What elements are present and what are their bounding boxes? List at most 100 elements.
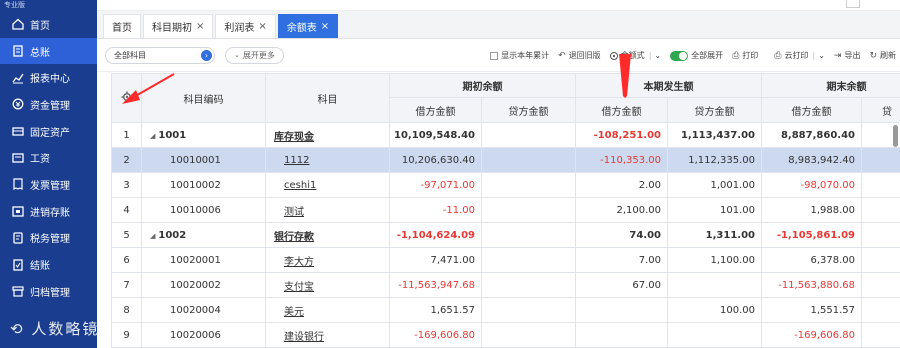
subject-link[interactable]: 银行存款 [274, 232, 314, 243]
subject-link[interactable]: 李大方 [284, 257, 314, 268]
subject-cell: 库存现金 [265, 122, 390, 148]
toolbar: 全部科目 › ⌄ 展开更多 显示本年累计 ↶ 退回旧版 金额式 | ⌄ 全部展开… [97, 39, 900, 72]
sidebar-item-4[interactable]: 固定资产 [0, 118, 97, 145]
period-credit-cell: 100.00 [667, 297, 762, 323]
sidebar-item-label: 资金管理 [30, 100, 70, 112]
gear-icon[interactable] [121, 91, 133, 103]
account-code: 10010001 [170, 154, 221, 166]
chevron-down-icon[interactable]: ⌄ [818, 51, 825, 60]
sidebar-item-6[interactable]: 发票管理 [0, 171, 97, 198]
closing-credit-cell [861, 197, 900, 223]
subject-cell: 1112 [265, 147, 390, 173]
closing-credit-cell [861, 222, 900, 248]
period-credit-cell: 1,001.00 [667, 172, 762, 198]
user-menu-icon[interactable] [846, 0, 860, 8]
sidebar-item-9[interactable]: 结账 [0, 251, 97, 278]
show-year-total-checkbox[interactable]: 显示本年累计 [490, 50, 549, 61]
subject-link[interactable]: 建设银行 [284, 332, 324, 343]
subject-cell: 银行存款 [265, 222, 390, 248]
closing-credit-cell [861, 297, 900, 323]
account-code: 1002 [158, 229, 187, 241]
table-row[interactable]: 8 10020004 美元 1,651.57 100.00 1,551.57 [111, 297, 900, 323]
version-label: 专业版 [4, 1, 25, 9]
subject-select-value: 全部科目 [114, 50, 146, 60]
sidebar-item-10[interactable]: 归档管理 [0, 278, 97, 305]
top-bar [97, 0, 900, 11]
tab-1[interactable]: 科目期初 × [143, 14, 214, 38]
opening-credit-cell [481, 147, 576, 173]
select-go-icon[interactable]: › [201, 49, 212, 61]
export-button[interactable]: ⇥ 导出 [834, 50, 861, 61]
settings-header-cell[interactable] [111, 73, 142, 123]
sidebar-item-7[interactable]: 进销存账 [0, 198, 97, 225]
refresh-button[interactable]: ↻ 刷新 [869, 50, 896, 61]
opening-debit-cell: 7,471.00 [389, 247, 482, 273]
balance-table-wrap: 科目编码 科目 期初余额 本期发生额 期末余额 借方金额 贷方金额 借方金额 贷… [111, 73, 900, 348]
salary-icon [11, 151, 24, 164]
table-row[interactable]: 5 ◢ 1002 银行存款 -1,104,624.09 74.00 1,311.00 -1,1… [111, 222, 900, 248]
account-code-cell: 10010002 [141, 172, 266, 198]
table-row[interactable]: 9 10020006 建设银行 -169,606.80 -169,606.80 [111, 322, 900, 348]
collapse-triangle-icon[interactable]: ◢ [150, 132, 155, 140]
subject-link[interactable]: 1112 [284, 155, 309, 166]
period-debit-cell: 2,100.00 [575, 197, 668, 223]
table-row[interactable]: 3 10010002 ceshi1 -97,071.00 2.00 1,001.00 -98… [111, 172, 900, 198]
period-credit-header: 贷方金额 [667, 97, 762, 123]
export-label: 导出 [844, 51, 861, 60]
subject-cell: ceshi1 [265, 172, 390, 198]
subject-select[interactable]: 全部科目 › [105, 46, 215, 64]
opening-debit-cell: 10,109,548.40 [389, 122, 482, 148]
close-icon[interactable]: × [321, 21, 329, 32]
period-debit-cell [575, 297, 668, 323]
sidebar-item-2[interactable]: 报表中心 [0, 64, 97, 91]
closing-balance-header: 期末余额 [761, 73, 900, 98]
subject-cell: 测试 [265, 197, 390, 223]
subject-cell: 支付宝 [265, 272, 390, 298]
table-row[interactable]: 2 10010001 1112 10,206,630.40 -110,353.00 1,1… [111, 147, 900, 173]
sidebar-item-label: 税务管理 [30, 234, 70, 246]
sidebar-item-0[interactable]: 首页 [0, 11, 97, 38]
subject-link[interactable]: ceshi1 [284, 180, 316, 191]
closing-debit-header: 借方金额 [761, 97, 862, 123]
tab-bar: 首页 科目期初 × 利润表 × 余额表 × [97, 11, 900, 39]
closing-credit-cell [861, 147, 900, 173]
watermark-logo-icon: ⟲ [10, 320, 32, 338]
tab-0[interactable]: 首页 [103, 14, 141, 38]
account-code-cell: ◢ 1002 [141, 222, 266, 248]
table-row[interactable]: 6 10020001 李大方 7,471.00 7.00 1,100.00 6,378.00 [111, 247, 900, 273]
account-code-cell: 10020004 [141, 297, 266, 323]
period-debit-cell: 2.00 [575, 172, 668, 198]
close-icon[interactable]: × [258, 21, 266, 32]
table-row[interactable]: 7 10020002 支付宝 -11,563,947.68 67.00 -11,563,8… [111, 272, 900, 298]
row-number: 6 [111, 247, 142, 273]
collapse-triangle-icon[interactable]: ◢ [150, 232, 155, 240]
sidebar-item-8[interactable]: 税务管理 [0, 225, 97, 252]
close-icon[interactable]: × [196, 21, 204, 32]
chevron-down-icon[interactable]: ⌄ [654, 51, 661, 60]
account-code: 1001 [158, 129, 187, 141]
subject-cell: 李大方 [265, 247, 390, 273]
sidebar-item-3[interactable]: 资金管理 [0, 91, 97, 118]
cloud-print-button[interactable]: ⎙ 云打印 | ⌄ [774, 50, 825, 61]
tab-3[interactable]: 余额表 × [277, 14, 339, 38]
table-row[interactable]: 1 ◢ 1001 库存现金 10,109,548.40 -108,251.00 1,113,… [111, 122, 900, 148]
row-number: 7 [111, 272, 142, 298]
opening-credit-cell [481, 297, 576, 323]
subject-link[interactable]: 支付宝 [284, 282, 314, 293]
tab-2[interactable]: 利润表 × [215, 14, 276, 38]
expand-all-toggle[interactable]: 全部展开 [670, 50, 723, 61]
back-old-version-button[interactable]: ↶ 退回旧版 [558, 50, 601, 61]
expand-more-button[interactable]: ⌄ 展开更多 [225, 46, 284, 64]
vertical-scrollbar[interactable] [893, 125, 898, 147]
subject-link[interactable]: 库存现金 [274, 132, 314, 143]
account-code: 10020001 [170, 254, 221, 266]
amount-style-radio[interactable]: 金额式 | ⌄ [609, 50, 661, 61]
sidebar-item-1[interactable]: 总账 [0, 37, 97, 65]
subject-link[interactable]: 测试 [284, 207, 304, 218]
subject-link[interactable]: 美元 [284, 307, 304, 318]
print-button[interactable]: ⎙ 打印 [732, 50, 758, 61]
period-credit-cell: 1,112,335.00 [667, 147, 762, 173]
sidebar-item-5[interactable]: 工资 [0, 144, 97, 171]
table-row[interactable]: 4 10010006 测试 -11.00 2,100.00 101.00 1,988.00 [111, 197, 900, 223]
toggle-icon [670, 50, 689, 61]
